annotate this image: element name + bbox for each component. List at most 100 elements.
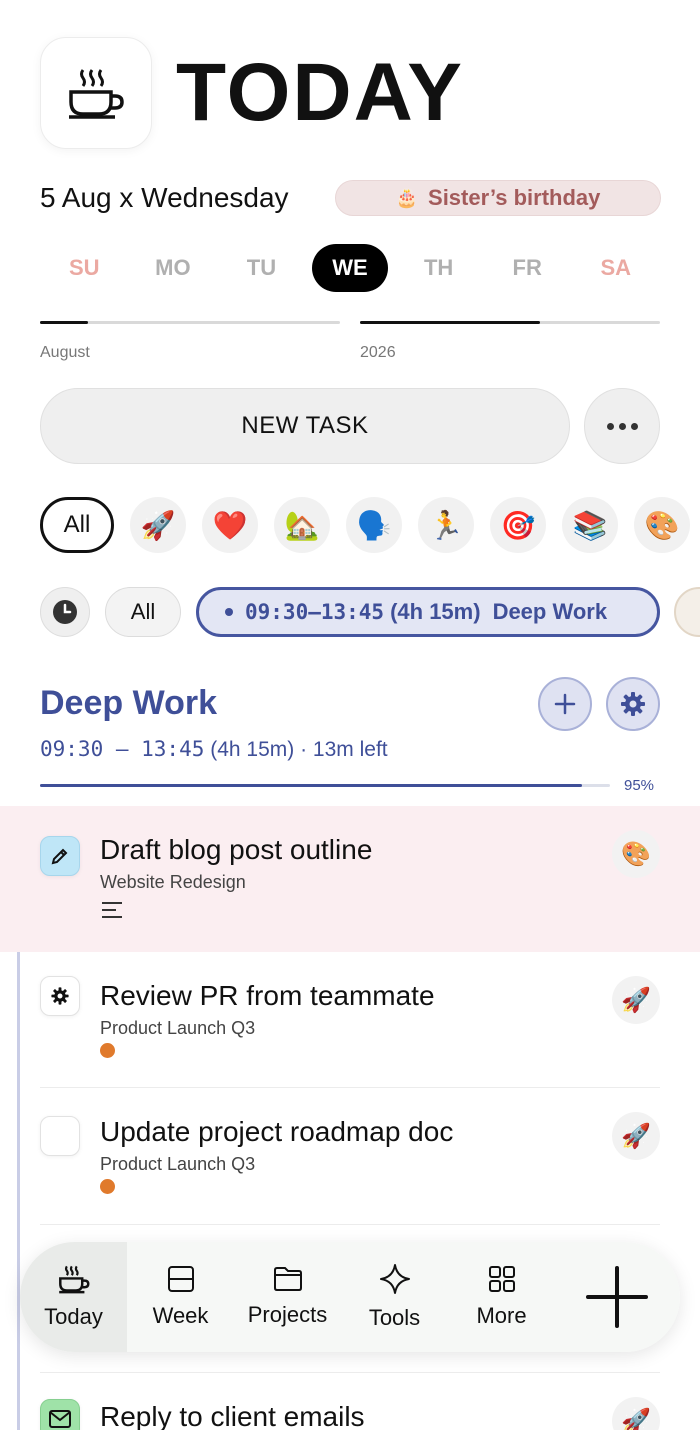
more-options-button[interactable] [584,388,660,464]
plus-icon [554,693,576,715]
gear-icon [621,692,645,716]
nav-label: Week [152,1303,209,1328]
more-icon-dot [630,422,638,430]
nav-label: More [476,1303,527,1328]
task-category-icon[interactable]: 🚀 [612,1112,660,1160]
nav-tools[interactable]: Tools [341,1242,448,1352]
category-home-chip[interactable]: 🏡 [274,497,330,553]
folder-icon [273,1267,302,1291]
year-progress [360,321,660,324]
page-title: TODAY [176,47,464,138]
task-status-button[interactable] [40,836,80,876]
task-title: Reply to client emails [100,1401,365,1430]
nav-projects[interactable]: Projects [234,1242,341,1352]
task-status-button[interactable] [40,1399,80,1430]
block-progress [40,784,610,787]
day-mo[interactable]: MO [129,243,218,293]
nav-label: Projects [247,1302,328,1327]
app-icon [40,37,152,149]
task-project: Product Launch Q3 [100,1018,256,1038]
month-progress [40,321,340,324]
grid-icon [488,1266,515,1292]
sparkle-icon [379,1264,410,1294]
clock-icon [53,600,77,624]
task-row[interactable]: Draft blog post outline Website Redesign… [0,806,700,952]
event-label: Sister’s birthday [428,185,601,210]
task-project: Product Launch Q3 [100,1154,256,1174]
block-settings-button[interactable] [606,677,660,731]
quick-add-button[interactable] [584,1264,650,1330]
category-rocket-chip[interactable]: 🚀 [130,497,186,553]
plus-icon [586,1266,648,1328]
nav-today[interactable]: Today [20,1242,127,1352]
day-sa[interactable]: SA [571,243,660,293]
block-percent: 95% [624,777,655,794]
more-icon-dot [618,422,626,430]
task-category-icon[interactable]: 🚀 [612,976,660,1024]
nav-label: Today [44,1304,103,1329]
task-title: Review PR from teammate [100,980,435,1011]
nav-label: Tools [368,1305,421,1330]
category-all-chip[interactable]: All [40,497,114,553]
notes-icon [102,902,122,918]
task-category-icon[interactable]: 🎨 [612,830,660,878]
divider [40,1224,660,1225]
day-su[interactable]: SU [40,243,129,293]
block-time: 09:30–13:45 [245,600,385,624]
nav-more[interactable]: More [448,1242,555,1352]
calendar-week-icon [167,1266,194,1292]
year-progress-fill [360,321,540,324]
block-time-range: 09:30 — 13:45 [40,737,205,761]
time-all-chip[interactable]: All [105,587,181,637]
month-progress-fill [40,321,88,324]
gear-icon [51,987,69,1005]
nav-week[interactable]: Week [127,1242,234,1352]
block-duration-left: (4h 15m) · 13m left [210,738,388,761]
block-subtitle: 09:30 — 13:45 (4h 15m) · 13m left [40,737,388,762]
year-label: 2026 [360,344,396,361]
cake-icon: 🎂 [395,187,419,208]
day-th[interactable]: TH [394,243,483,293]
task-row[interactable]: Update project roadmap doc Product Launc… [0,1088,700,1224]
task-title: Update project roadmap doc [100,1116,454,1147]
day-tu[interactable]: TU [217,243,306,293]
task-project: Website Redesign [100,872,246,892]
coffee-cup-icon [69,69,124,119]
block-name: Deep Work [492,599,608,624]
block-dot [225,608,233,616]
bottom-nav: Today Week Projects Tools More [20,1242,680,1352]
time-filter-button[interactable] [40,587,90,637]
week-strip: SU MO TU WE TH FR SA [40,243,660,293]
task-checkbox[interactable] [40,1116,80,1156]
day-fr[interactable]: FR [483,243,572,293]
block-title: Deep Work [40,684,217,722]
category-running-chip[interactable]: 🏃 [418,497,474,553]
task-category-icon[interactable]: 🚀 [612,1397,660,1430]
task-row[interactable]: Reply to client emails 🚀 [0,1373,700,1430]
next-block-chip[interactable] [674,587,700,637]
category-books-chip[interactable]: 📚 [562,497,618,553]
coffee-cup-icon [58,1265,89,1294]
task-row[interactable]: Review PR from teammate Product Launch Q… [0,952,700,1088]
priority-dot [100,1043,115,1058]
category-target-chip[interactable]: 🎯 [490,497,546,553]
task-title: Draft blog post outline [100,834,373,865]
task-status-button[interactable] [40,976,80,1016]
category-palette-chip[interactable]: 🎨 [634,497,690,553]
priority-dot [100,1179,115,1194]
more-icon [606,422,614,430]
block-progress-fill [40,784,582,787]
category-filter: All 🚀 ❤️ 🏡 🗣️ 🏃 🎯 📚 🎨 [40,497,690,553]
new-task-button[interactable]: NEW TASK [40,388,570,464]
add-task-button[interactable] [538,677,592,731]
time-block-chip[interactable]: 09:30–13:45 (4h 15m) Deep Work [196,587,660,637]
pencil-icon [51,848,68,865]
category-heart-chip[interactable]: ❤️ [202,497,258,553]
day-we[interactable]: WE [306,243,395,293]
block-duration: (4h 15m) [390,599,481,624]
month-label: August [40,344,90,361]
mail-icon [49,1410,71,1428]
event-badge[interactable]: 🎂 Sister’s birthday [335,180,661,216]
category-speaking-chip[interactable]: 🗣️ [346,497,402,553]
date-text: 5 Aug x Wednesday [40,182,289,213]
